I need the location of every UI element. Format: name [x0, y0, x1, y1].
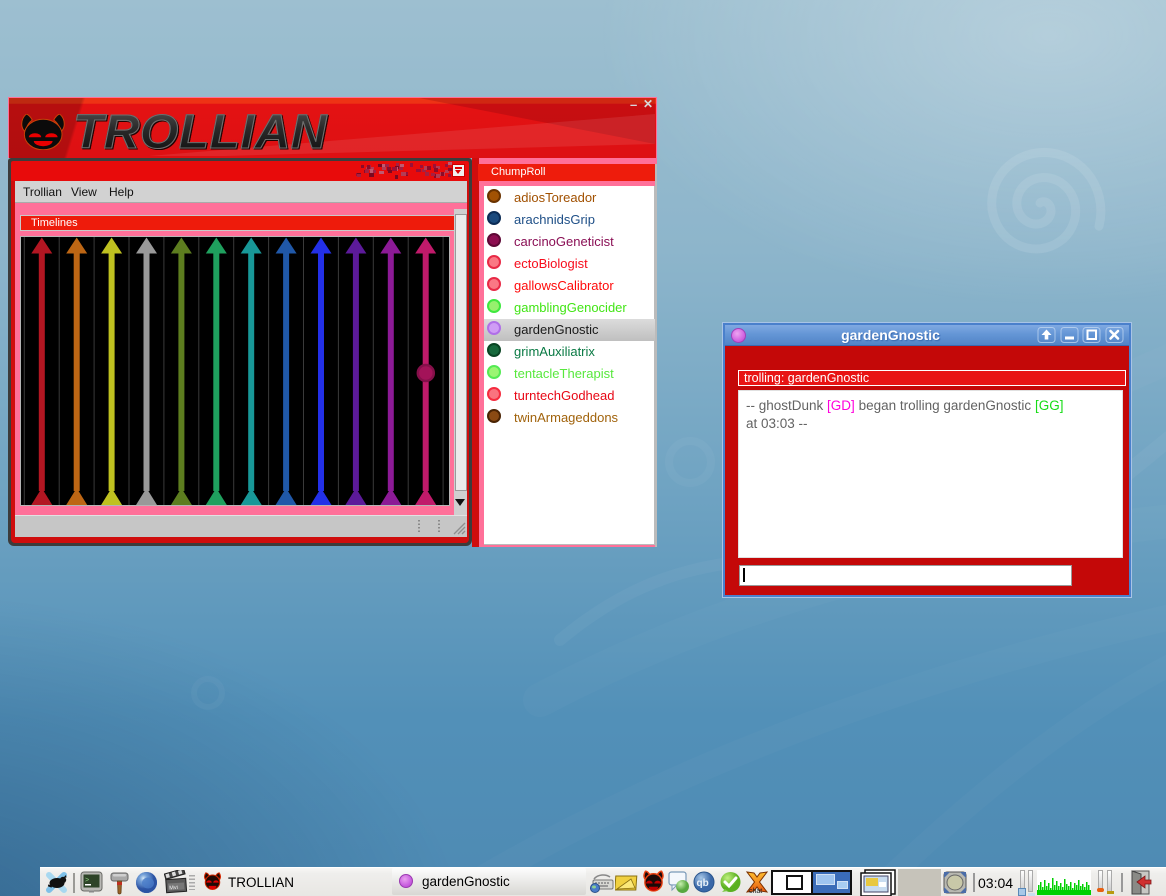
- svg-text:>: >: [85, 877, 89, 885]
- svg-text:chat: chat: [749, 888, 762, 895]
- svg-text:Mvi: Mvi: [169, 885, 178, 892]
- svg-text:qb: qb: [697, 878, 709, 889]
